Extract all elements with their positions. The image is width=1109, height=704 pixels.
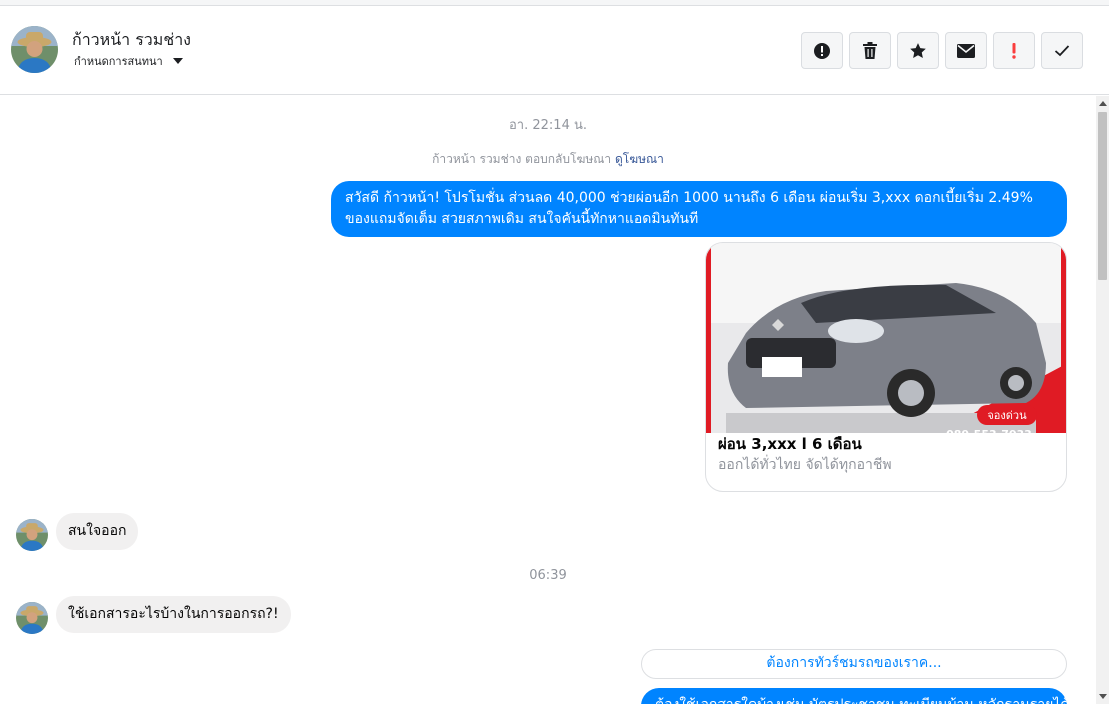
follow-up-button[interactable]: [993, 32, 1035, 69]
contact-avatar[interactable]: [11, 26, 58, 73]
envelope-icon: [957, 43, 975, 58]
conversation-settings-label: กำหนดการสนทนา: [74, 55, 163, 68]
message-thread[interactable]: อา. 22:14 น. ก้าวหน้า รวมช่าง ตอบกลับโฆษ…: [0, 96, 1096, 704]
mark-done-button[interactable]: [1041, 32, 1083, 69]
contact-name[interactable]: ก้าวหน้า รวมช่าง: [72, 28, 191, 53]
star-icon: [910, 42, 926, 58]
exclamation-icon: [1012, 42, 1016, 59]
star-button[interactable]: [897, 32, 939, 69]
alert-circle-icon: [814, 42, 830, 59]
ad-reply-text: ก้าวหน้า รวมช่าง ตอบกลับโฆษณา: [432, 152, 612, 166]
mark-spam-button[interactable]: [801, 32, 843, 69]
phone-number-overlay: 089-553-7033: [946, 428, 1032, 433]
contact-avatar-small: [16, 519, 48, 551]
checkmark-icon: [1054, 45, 1070, 57]
ad-reply-notice: ก้าวหน้า รวมช่าง ตอบกลับโฆษณา ดูโฆษณา: [0, 150, 1096, 169]
scroll-down-arrow-icon[interactable]: [1099, 694, 1107, 699]
car-ad-image[interactable]: จองด่วน 089-553-7033: [706, 243, 1066, 441]
ad-card[interactable]: จองด่วน 089-553-7033 ผ่อน 3,xxx l 6 เดือ…: [705, 242, 1067, 492]
contact-avatar-small: [16, 602, 48, 634]
ad-card-title: ผ่อน 3,xxx l 6 เดือน: [718, 435, 862, 453]
incoming-message[interactable]: ใช้เอกสารอะไรบ้างในการออกรถ?!: [56, 596, 291, 633]
incoming-message[interactable]: สนใจออก: [56, 513, 139, 550]
action-toolbar: [801, 32, 1083, 69]
book-now-badge: จองด่วน: [987, 409, 1027, 422]
mark-unread-button[interactable]: [945, 32, 987, 69]
trash-icon: [863, 41, 877, 59]
scroll-up-arrow-icon[interactable]: [1099, 101, 1107, 106]
outgoing-message[interactable]: ต้องใช้เอกสารใดบ้างเช่น บัตรประชาชน ทะเบ…: [641, 688, 1067, 704]
delete-button[interactable]: [849, 32, 891, 69]
thread-scrollbar[interactable]: [1096, 96, 1109, 704]
conversation-header: ก้าวหน้า รวมช่าง กำหนดการสนทนา: [0, 6, 1109, 95]
outgoing-message[interactable]: สวัสดี ก้าวหน้า! โปรโมชั่น ส่วนลด 40,000…: [331, 181, 1067, 237]
timestamp: อา. 22:14 น.: [509, 118, 587, 133]
ad-card-subtitle: ออกได้ทั่วไทย จัดได้ทุกอาชีพ: [718, 457, 892, 473]
quick-reply-button[interactable]: ต้องการทัวร์ชมรถของเราค...: [641, 649, 1067, 679]
conversation-settings-dropdown[interactable]: กำหนดการสนทนา: [74, 52, 183, 70]
caret-down-icon: [172, 58, 183, 64]
view-ad-link[interactable]: ดูโฆษณา: [615, 152, 664, 166]
timestamp: 06:39: [529, 568, 567, 583]
scroll-thumb[interactable]: [1098, 112, 1107, 280]
